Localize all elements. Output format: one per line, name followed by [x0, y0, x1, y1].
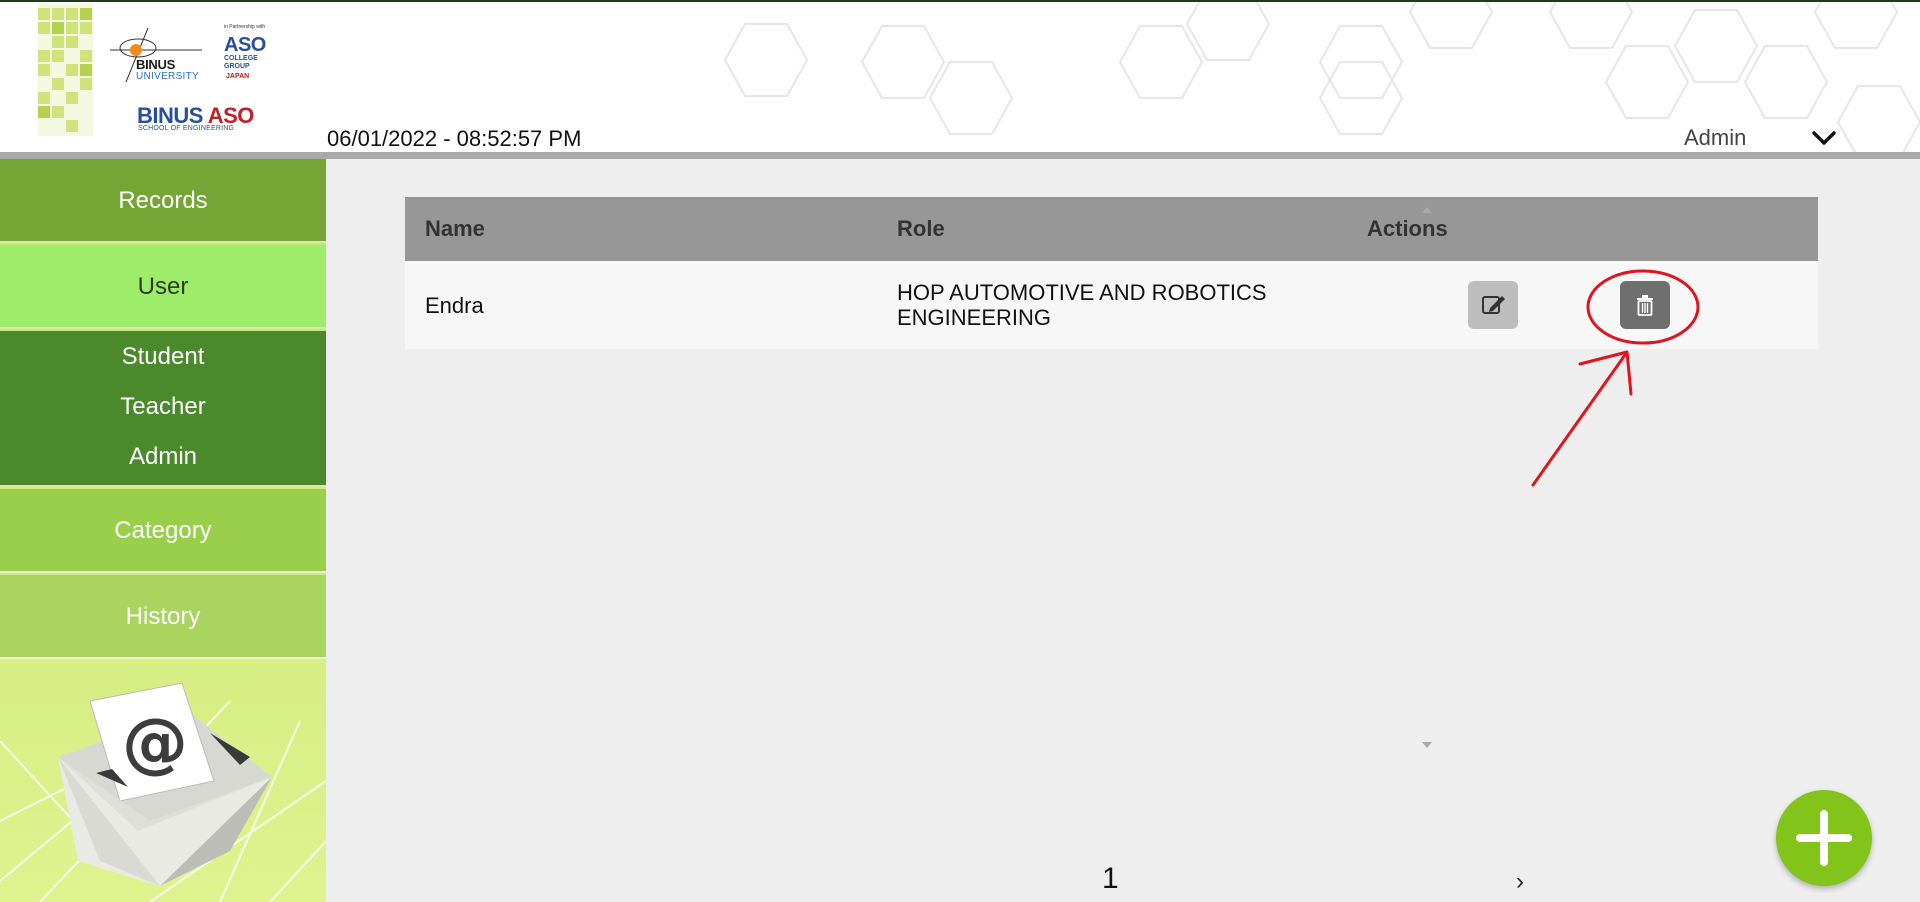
add-user-button[interactable]	[1776, 790, 1872, 886]
sidebar: Records User Student Teacher Admin Categ…	[0, 159, 326, 902]
column-header-name: Name	[425, 216, 485, 241]
scroll-up-arrow-icon[interactable]	[1421, 205, 1433, 215]
partner-text: in Partnership with	[224, 24, 266, 30]
header-divider	[0, 152, 1920, 159]
hexagon-background	[723, 2, 1920, 152]
sidebar-item-user[interactable]: User	[0, 245, 326, 329]
sidebar-subitem-admin[interactable]: Admin	[0, 443, 326, 471]
column-header-role: Role	[897, 216, 945, 241]
row-name: Endra	[425, 293, 484, 318]
app-header: BINUS UNIVERSITY in Partnership with ASO…	[0, 0, 1920, 152]
sidebar-subitem-student[interactable]: Student	[0, 343, 326, 371]
sidebar-subitem-teacher[interactable]: Teacher	[0, 393, 326, 421]
logo-pattern-strip	[38, 4, 93, 136]
school-subtitle: SCHOOL OF ENGINEERING	[138, 125, 235, 132]
plus-icon	[1796, 810, 1852, 866]
binus-logo-text: BINUS	[136, 57, 175, 72]
aso-logo-text: ASO	[224, 34, 266, 56]
user-submenu: Student Teacher Admin	[0, 331, 326, 487]
sidebar-item-records[interactable]: Records	[0, 159, 326, 243]
user-table: Name Role Actions Endra HOP AUTOMOTIVE A…	[405, 197, 1820, 750]
row-role: HOP AUTOMOTIVE AND ROBOTICS ENGINEERING	[897, 280, 1267, 330]
sidebar-item-history[interactable]: History	[0, 575, 326, 659]
current-datetime: 06/01/2022 - 08:52:57 PM	[327, 126, 582, 151]
aso-japan-text: JAPAN	[226, 73, 250, 80]
sidebar-item-category[interactable]: Category	[0, 489, 326, 573]
chevron-down-icon[interactable]	[1808, 126, 1840, 150]
edit-button[interactable]	[1468, 281, 1518, 329]
svg-text:@: @	[122, 704, 188, 781]
envelope-email-icon: @	[0, 682, 326, 902]
edit-icon	[1482, 296, 1505, 314]
binus-university-text: UNIVERSITY	[136, 71, 200, 82]
pagination-next-button[interactable]: ›	[1516, 868, 1524, 896]
table-header: Name Role Actions	[405, 197, 1818, 261]
pagination-page-1[interactable]: 1	[1102, 862, 1119, 896]
column-header-actions: Actions	[1367, 216, 1448, 241]
aso-subtitle: COLLEGE GROUP	[224, 55, 258, 70]
trash-icon	[1637, 295, 1653, 316]
delete-button[interactable]	[1620, 281, 1670, 329]
user-name[interactable]: Admin	[1684, 125, 1746, 151]
scroll-down-arrow-icon[interactable]	[1421, 740, 1433, 750]
table-row: Endra HOP AUTOMOTIVE AND ROBOTICS ENGINE…	[405, 261, 1818, 349]
